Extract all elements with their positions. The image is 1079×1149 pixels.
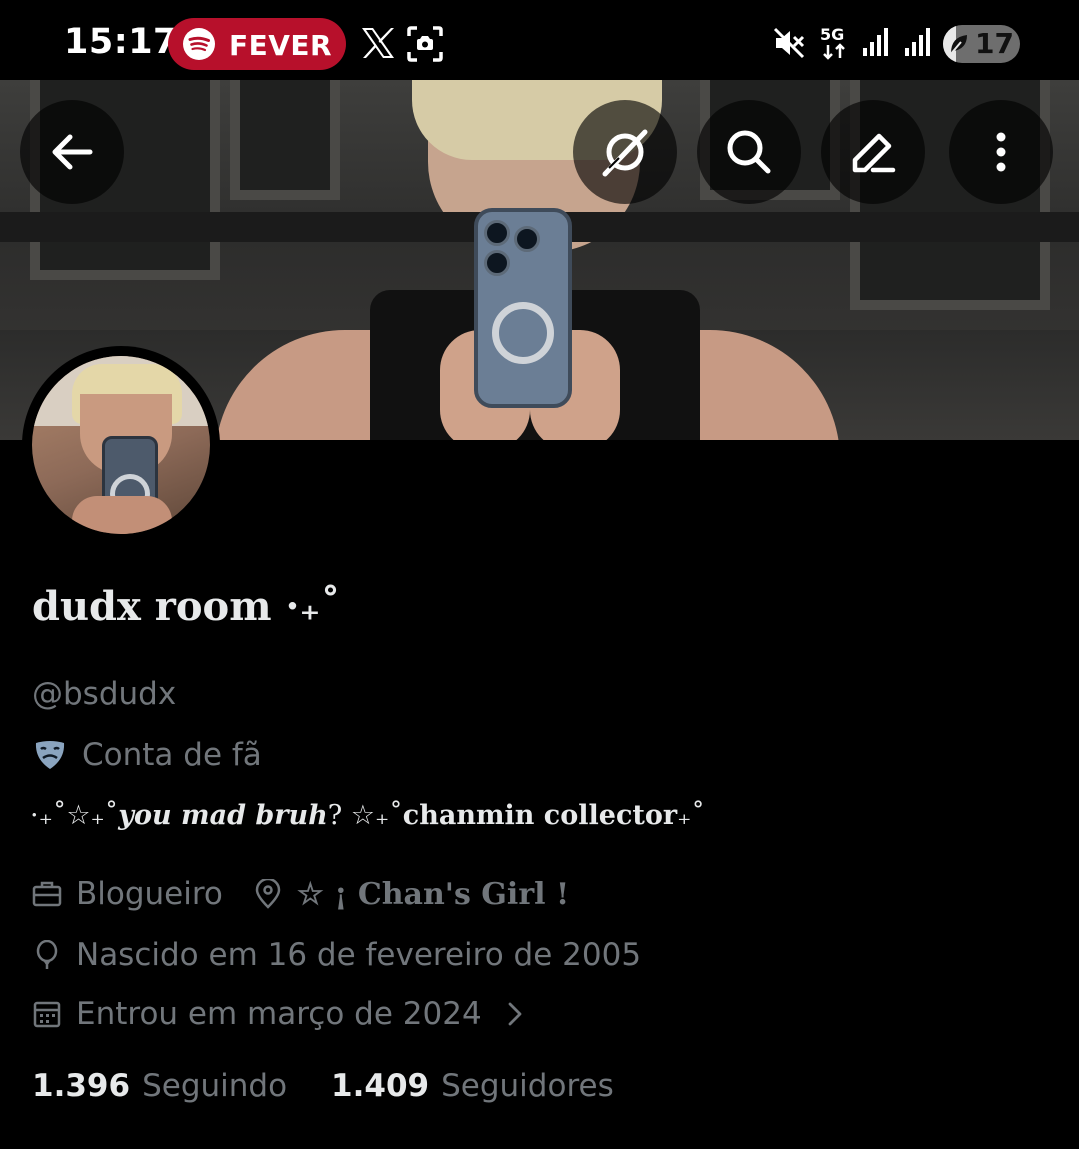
profession: Blogueiro bbox=[76, 876, 223, 912]
more-options-button[interactable] bbox=[949, 100, 1053, 204]
now-playing-pill[interactable]: FEVER bbox=[168, 18, 346, 70]
location: ☆ ¡ Chan's Girl ! bbox=[296, 876, 570, 912]
status-time: 15:17 bbox=[64, 22, 178, 62]
birthday: Nascido em 16 de fevereiro de 2005 bbox=[76, 937, 642, 973]
profile-meta-row-1: Blogueiro ☆ ¡ Chan's Girl ! bbox=[32, 876, 569, 912]
profile-meta-row-3[interactable]: Entrou em março de 2024 bbox=[32, 996, 528, 1032]
display-name: dudx room ·₊˚ bbox=[32, 583, 341, 630]
bio-bold: chanmin collector bbox=[402, 800, 678, 831]
profile-avatar[interactable] bbox=[22, 346, 220, 544]
joined-date: Entrou em março de 2024 bbox=[76, 996, 482, 1032]
followers-label: Seguidores bbox=[441, 1068, 614, 1104]
battery-indicator: 17 bbox=[943, 25, 1020, 63]
follow-stats: 1.396 Seguindo 1.409 Seguidores bbox=[32, 1068, 614, 1104]
network-5g-icon: 5G bbox=[820, 25, 845, 60]
mute-icon bbox=[773, 27, 805, 59]
bio-part: ·₊˚☆₊˚ bbox=[30, 800, 119, 831]
following-count: 1.396 bbox=[32, 1068, 131, 1104]
bio-part: ? ☆₊˚ bbox=[327, 800, 403, 831]
svg-text:5G: 5G bbox=[820, 25, 844, 44]
screenshot-icon bbox=[407, 26, 443, 62]
edit-button[interactable] bbox=[821, 100, 925, 204]
briefcase-icon bbox=[32, 881, 62, 907]
profile-label[interactable]: Conta de fã bbox=[32, 737, 262, 773]
grok-button[interactable] bbox=[573, 100, 677, 204]
profile-meta-row-2: Nascido em 16 de fevereiro de 2005 bbox=[32, 937, 641, 973]
followers-link[interactable]: 1.409 Seguidores bbox=[331, 1068, 614, 1104]
followers-count: 1.409 bbox=[331, 1068, 430, 1104]
chevron-right-icon bbox=[508, 1002, 522, 1026]
following-label: Seguindo bbox=[142, 1068, 288, 1104]
battery-level: 17 bbox=[975, 27, 1014, 60]
bio-part: ₊˚ bbox=[677, 800, 705, 831]
arrow-left-icon bbox=[52, 134, 93, 170]
theater-masks-icon bbox=[35, 741, 65, 769]
following-link[interactable]: 1.396 Seguindo bbox=[32, 1068, 287, 1104]
banner-phone bbox=[474, 208, 572, 408]
banner-phone-magsafe-ring bbox=[492, 302, 554, 364]
charging-leaf-icon bbox=[949, 35, 967, 56]
spotify-icon bbox=[183, 28, 215, 60]
edit-icon bbox=[852, 133, 896, 173]
location-pin-icon bbox=[255, 879, 281, 909]
signal-strength-icon-2 bbox=[905, 28, 930, 56]
signal-strength-icon bbox=[863, 28, 888, 56]
calendar-icon bbox=[33, 1001, 61, 1028]
search-icon bbox=[727, 130, 771, 174]
more-vertical-icon bbox=[996, 132, 1006, 172]
banner-phone-camera-1 bbox=[484, 220, 510, 246]
banner-window-mid bbox=[230, 80, 340, 200]
search-button[interactable] bbox=[697, 100, 801, 204]
bio-italic: you mad bruh bbox=[118, 800, 328, 831]
profile-screen: 15:17 FEVER 5G 17 dudx room ·₊˚ @bsdudx … bbox=[0, 0, 1079, 1149]
profile-label-text: Conta de fã bbox=[82, 737, 262, 773]
user-handle: @bsdudx bbox=[32, 676, 177, 712]
profile-bio: ·₊˚☆₊˚you mad bruh? ☆₊˚chanmin collector… bbox=[30, 800, 705, 831]
banner-phone-camera-2 bbox=[514, 226, 540, 252]
status-bar: 15:17 FEVER 5G 17 bbox=[0, 0, 1079, 80]
avatar-hands bbox=[72, 496, 172, 534]
balloon-icon bbox=[36, 940, 58, 969]
x-logo-icon bbox=[362, 28, 394, 58]
back-button[interactable] bbox=[20, 100, 124, 204]
avatar-image bbox=[32, 356, 210, 534]
grok-icon bbox=[602, 129, 648, 177]
now-playing-label: FEVER bbox=[229, 29, 333, 62]
banner-phone-camera-3 bbox=[484, 250, 510, 276]
